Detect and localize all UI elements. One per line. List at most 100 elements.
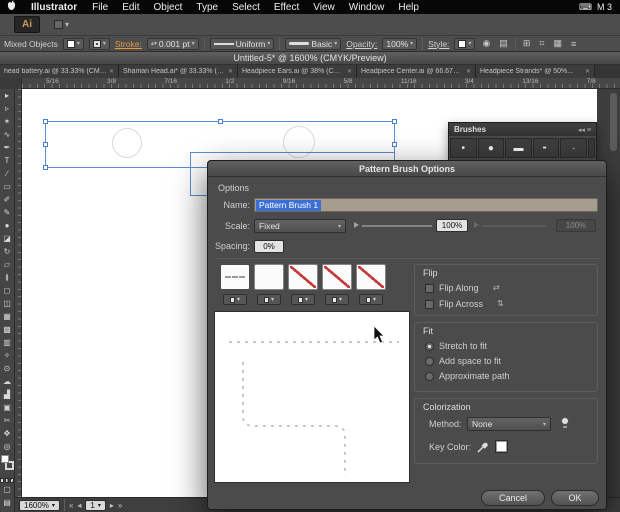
approximate-path-radio[interactable] [425, 372, 434, 381]
document-titlebar[interactable]: Untitled-5* @ 1600% (CMYK/Preview) [0, 52, 620, 65]
start-tile-button[interactable] [322, 264, 352, 290]
line-segment-tool[interactable]: ∕ [0, 167, 15, 180]
paintbrush-tool[interactable]: ✐ [0, 193, 15, 206]
next-artboard-icon[interactable]: ▸ [110, 501, 114, 510]
menu-select[interactable]: Select [225, 2, 267, 13]
flip-along-checkbox[interactable] [425, 284, 434, 293]
stretch-to-fit-label[interactable]: Stretch to fit [439, 341, 487, 351]
blend-tool[interactable]: ⊙ [0, 362, 15, 375]
type-tool[interactable]: T [0, 154, 15, 167]
stroke-color-widget[interactable]: ▾ [88, 37, 110, 50]
direct-selection-tool[interactable]: ▹ [0, 102, 15, 115]
tab-close-icon[interactable]: ✕ [228, 68, 233, 75]
isolate-mode-icon[interactable]: ▦ [551, 38, 564, 49]
tool-presets-widget[interactable]: ▾ [54, 20, 69, 29]
tab-close-icon[interactable]: ✕ [466, 68, 471, 75]
gradient-tool[interactable]: ▥ [0, 336, 15, 349]
style-dropdown[interactable]: ▾ [454, 37, 476, 50]
previous-artboard-icon[interactable]: ◂ [77, 501, 81, 510]
end-tile-flyout[interactable]: ▾ [359, 294, 383, 305]
pen-tool[interactable]: ✒ [0, 141, 15, 154]
zoom-tool[interactable]: ◎ [0, 440, 15, 453]
outer-corner-tile-flyout[interactable]: ▾ [257, 294, 281, 305]
control-panel-menu-icon[interactable]: ≡ [569, 39, 578, 49]
anchor-handle[interactable] [43, 119, 48, 124]
symbol-sprayer-tool[interactable]: ☁ [0, 375, 15, 388]
document-tab[interactable]: Headpiece Strands* @ 50%... ✕ [476, 65, 595, 78]
brush-swatch[interactable]: ╸ [532, 138, 560, 158]
first-artboard-icon[interactable]: « [69, 501, 73, 510]
zoom-level-dropdown[interactable]: 1600% ▾ [19, 499, 60, 511]
stretch-to-fit-radio[interactable] [425, 342, 434, 351]
width-tool[interactable]: ≬ [0, 271, 15, 284]
magic-wand-tool[interactable]: ✶ [0, 115, 15, 128]
screen-mode-icon[interactable]: ▤ [0, 496, 15, 509]
outer-corner-tile-button[interactable] [254, 264, 284, 290]
menu-window[interactable]: Window [342, 2, 392, 13]
approximate-path-label[interactable]: Approximate path [439, 371, 510, 381]
collapse-panel-icon[interactable]: ◂◂ [578, 127, 585, 134]
document-tab[interactable]: head battery.ai @ 33.33% (CMYK/... ✕ [0, 65, 119, 78]
stroke-weight-stepper[interactable]: ▴▾ 0.001 pt ▾ [146, 37, 199, 50]
menu-file[interactable]: File [85, 2, 115, 13]
eyedropper-tool[interactable]: ✧ [0, 349, 15, 362]
anchor-handle[interactable] [43, 142, 48, 147]
eyedropper-icon[interactable] [477, 441, 489, 453]
flip-across-label[interactable]: Flip Across [439, 299, 483, 309]
anchor-handle[interactable] [218, 119, 223, 124]
inner-corner-tile-button[interactable] [288, 264, 318, 290]
panel-menu-icon[interactable]: ≡ [587, 127, 591, 134]
anchor-handle[interactable] [392, 142, 397, 147]
blob-brush-tool[interactable]: ● [0, 219, 15, 232]
opacity-dropdown[interactable]: 100% ▾ [382, 37, 418, 50]
brushes-panel-header[interactable]: Brushes ◂◂ ≡ [449, 123, 596, 136]
menu-view[interactable]: View [306, 2, 342, 13]
brush-swatch[interactable]: ▬ [505, 138, 532, 158]
dialog-titlebar[interactable]: Pattern Brush Options [208, 161, 606, 177]
slice-tool[interactable]: ✂ [0, 414, 15, 427]
brush-swatch[interactable]: • [450, 138, 477, 158]
opacity-value[interactable]: 100% [386, 39, 408, 49]
opacity-panel-link[interactable]: Opacity: [346, 39, 377, 49]
flip-along-label[interactable]: Flip Along [439, 283, 479, 293]
colorization-tips-icon[interactable] [561, 417, 569, 425]
side-tile-flyout[interactable]: ▾ [223, 294, 247, 305]
document-tab[interactable]: Headpiece Center.ai @ 66.67% (C... ✕ [357, 65, 476, 78]
cancel-button[interactable]: Cancel [481, 490, 545, 506]
perspective-grid-tool[interactable]: ▦ [0, 310, 15, 323]
fill-color-widget[interactable]: ▾ [62, 37, 84, 50]
scale-value-field[interactable]: 100% [436, 219, 468, 232]
tab-close-icon[interactable]: ✕ [585, 68, 590, 75]
spacing-field[interactable]: 0% [254, 240, 284, 253]
selection-tool[interactable]: ▸ [0, 89, 15, 102]
scale-slider-handle[interactable] [354, 222, 359, 228]
document-tab[interactable]: Shaman Head.ai* @ 33.33% (CMY... ✕ [119, 65, 238, 78]
menu-effect[interactable]: Effect [267, 2, 306, 13]
free-transform-tool[interactable]: ◻ [0, 284, 15, 297]
flip-across-checkbox[interactable] [425, 300, 434, 309]
eraser-tool[interactable]: ◪ [0, 232, 15, 245]
hand-tool[interactable]: ✥ [0, 427, 15, 440]
last-artboard-icon[interactable]: » [118, 501, 122, 510]
tab-close-icon[interactable]: ✕ [347, 68, 352, 75]
menu-edit[interactable]: Edit [115, 2, 146, 13]
stroke-weight-value[interactable]: 0.001 pt [159, 39, 190, 49]
ok-button[interactable]: OK [551, 490, 599, 506]
end-tile-button[interactable] [356, 264, 386, 290]
stroke-panel-link[interactable]: Stroke: [115, 39, 142, 49]
fill-stroke-indicator[interactable] [0, 454, 15, 476]
vertical-ruler[interactable] [15, 89, 22, 497]
add-space-to-fit-label[interactable]: Add space to fit [439, 356, 501, 366]
draw-mode-icon[interactable]: ▢ [0, 483, 15, 496]
rotate-tool[interactable]: ↻ [0, 245, 15, 258]
shape-builder-tool[interactable]: ◫ [0, 297, 15, 310]
apple-menu-icon[interactable] [0, 0, 23, 14]
anchor-handle[interactable] [43, 165, 48, 170]
brush-swatch[interactable]: · [560, 138, 588, 158]
fill-proxy-icon[interactable] [0, 455, 9, 463]
artboard-number-dropdown[interactable]: 1 ▾ [85, 499, 106, 511]
recolor-artwork-icon[interactable]: ◉ [480, 38, 492, 49]
menu-illustrator[interactable]: Illustrator [23, 2, 85, 13]
graphic-styles-link[interactable]: Style: [428, 39, 449, 49]
anchor-handle[interactable] [392, 119, 397, 124]
